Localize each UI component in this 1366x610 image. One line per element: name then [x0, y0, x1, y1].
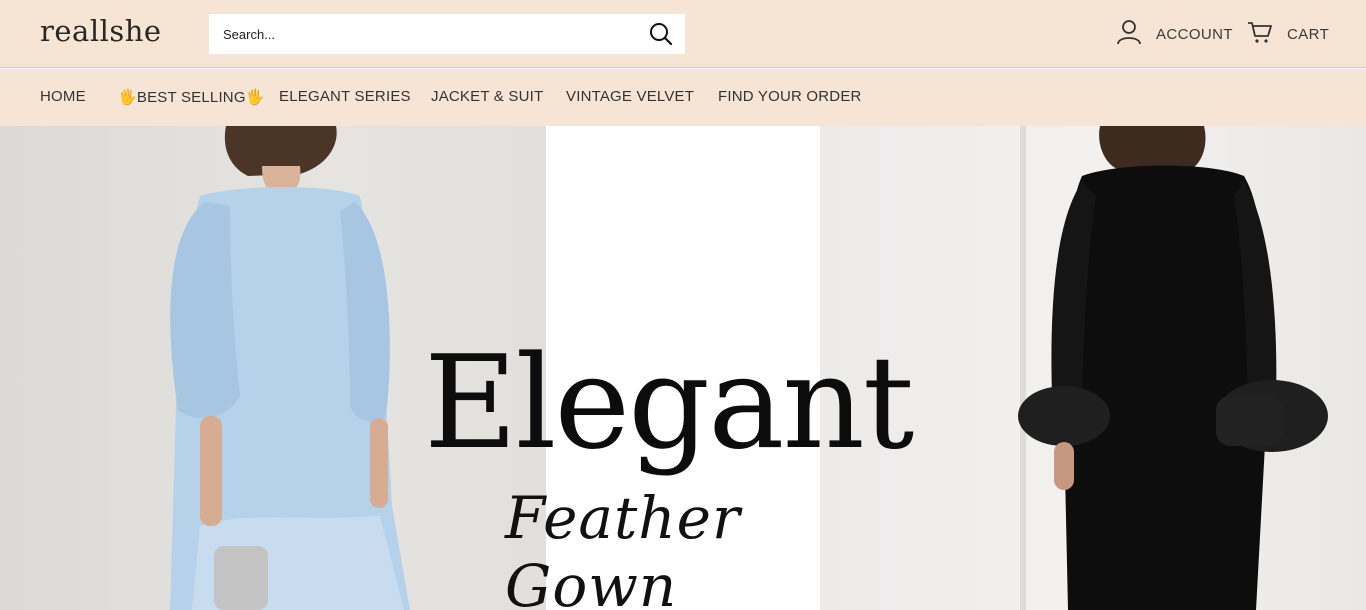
hero-title: Elegant [424, 329, 914, 478]
nav-item-elegant-series[interactable]: ELEGANT SERIES [279, 88, 411, 105]
cart-label: CART [1287, 25, 1330, 43]
hero-subtitle: Feather Gown [505, 484, 741, 610]
search-bar [209, 14, 685, 54]
nav-item-best-selling[interactable]: 🖐BEST SELLING🖐 [118, 88, 265, 106]
nav-item-vintage-velvet[interactable]: VINTAGE VELVET [566, 88, 694, 105]
cart-icon [1247, 20, 1273, 48]
cart-link[interactable]: CART [1247, 22, 1329, 46]
nav-item-jacket-suit[interactable]: JACKET & SUIT [431, 88, 543, 105]
hero-banner[interactable]: Elegant Feather Gown [0, 126, 1366, 610]
nav-item-find-your-order[interactable]: FIND YOUR ORDER [718, 88, 862, 105]
search-icon[interactable] [649, 22, 673, 46]
search-input[interactable] [209, 14, 629, 54]
site-header: reallshe ACCOUNT CART [0, 0, 1366, 68]
main-nav: HOME 🖐BEST SELLING🖐 ELEGANT SERIES JACKE… [0, 69, 1366, 126]
account-link[interactable]: ACCOUNT [1116, 19, 1233, 49]
nav-item-home[interactable]: HOME [40, 88, 86, 105]
account-icon [1116, 19, 1142, 49]
site-logo[interactable]: reallshe [40, 14, 162, 48]
account-label: ACCOUNT [1156, 25, 1233, 43]
